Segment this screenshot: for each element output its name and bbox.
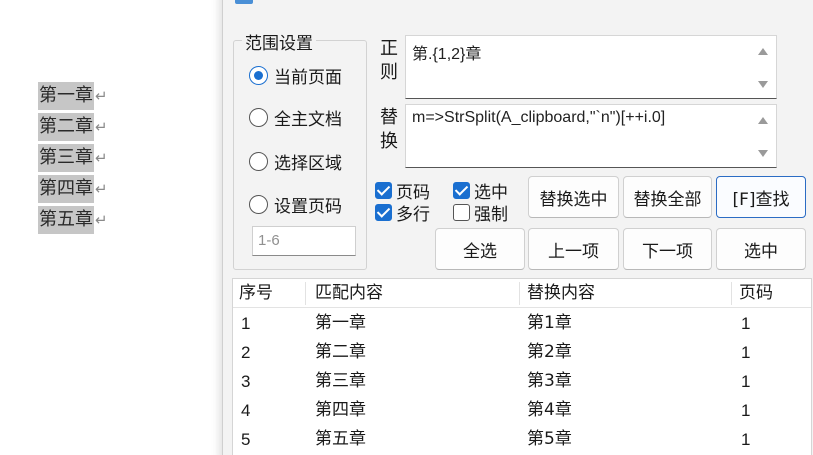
checkbox-indicator	[453, 182, 470, 199]
column-header-match[interactable]: 匹配内容	[315, 279, 383, 308]
checkbox-multiline[interactable]: 多行	[375, 200, 430, 225]
replace-value: m=>StrSplit(A_clipboard,"`n")[++i.0]	[412, 109, 666, 126]
radio-label: 选择区域	[274, 154, 342, 174]
app-icon	[235, 0, 253, 4]
radio-whole-document[interactable]: 全主文档	[249, 105, 342, 130]
table-row[interactable]: 4 第四章 第4章 1	[233, 396, 811, 425]
scroll-up-icon[interactable]	[758, 117, 768, 124]
checkbox-indicator	[375, 182, 392, 199]
radio-current-page[interactable]: 当前页面	[249, 63, 342, 88]
group-title: 范围设置	[242, 29, 316, 54]
scroll-down-icon[interactable]	[758, 150, 768, 157]
regex-label: 正 则	[380, 38, 398, 83]
radio-indicator	[249, 195, 268, 214]
radio-selection[interactable]: 选择区域	[249, 149, 342, 174]
doc-line[interactable]: 第五章 ↵	[38, 206, 108, 234]
scroll-up-icon[interactable]	[758, 48, 768, 55]
table-row[interactable]: 3 第三章 第3章 1	[233, 367, 811, 396]
regex-value: 第.{1,2}章	[412, 46, 482, 63]
range-settings-group: 范围设置 当前页面 全主文档 选择区域 设置页码 1-6	[233, 29, 367, 270]
checkbox-force[interactable]: 强制	[453, 200, 508, 225]
column-header-page[interactable]: 页码	[739, 279, 773, 308]
doc-line-text: 第五章	[38, 206, 94, 234]
previous-button[interactable]: 上一项	[528, 228, 619, 270]
paragraph-mark-icon: ↵	[95, 180, 108, 198]
replace-input[interactable]: m=>StrSplit(A_clipboard,"`n")[++i.0]	[405, 104, 777, 168]
paragraph-mark-icon: ↵	[95, 149, 108, 167]
checkbox-indicator	[375, 204, 392, 221]
column-header-index[interactable]: 序号	[239, 279, 273, 308]
column-divider[interactable]	[305, 282, 306, 305]
radio-indicator	[249, 66, 268, 85]
radio-page-range[interactable]: 设置页码	[249, 192, 342, 217]
radio-label: 全主文档	[274, 110, 342, 130]
column-header-replace[interactable]: 替换内容	[527, 279, 595, 308]
doc-line-text: 第四章	[38, 175, 94, 203]
radio-label: 当前页面	[274, 68, 342, 88]
scroll-down-icon[interactable]	[758, 81, 768, 88]
replace-selected-button[interactable]: 替换选中	[528, 176, 619, 218]
radio-indicator	[249, 108, 268, 127]
doc-line-text: 第三章	[38, 144, 94, 172]
table-row[interactable]: 2 第二章 第2章 1	[233, 338, 811, 367]
table-row[interactable]: 5 第五章 第5章 1	[233, 425, 811, 454]
regex-input[interactable]: 第.{1,2}章	[405, 35, 777, 99]
title-bar[interactable]	[223, 0, 813, 6]
column-divider[interactable]	[519, 282, 520, 305]
radio-label: 设置页码	[274, 197, 342, 217]
replace-all-button[interactable]: 替换全部	[623, 176, 712, 218]
doc-line-text: 第二章	[38, 113, 94, 141]
paragraph-mark-icon: ↵	[95, 87, 108, 105]
results-table[interactable]: 序号 匹配内容 替换内容 页码 1 第一章 第1章 1 2 第二章 第2章 1 …	[232, 278, 812, 455]
doc-line[interactable]: 第三章 ↵	[38, 144, 108, 172]
doc-line[interactable]: 第一章 ↵	[38, 82, 108, 110]
replace-label: 替 换	[380, 107, 398, 152]
next-button[interactable]: 下一项	[623, 228, 712, 270]
checkbox-indicator	[453, 204, 470, 221]
paragraph-mark-icon: ↵	[95, 118, 108, 136]
paragraph-mark-icon: ↵	[95, 211, 108, 229]
doc-line-text: 第一章	[38, 82, 94, 110]
document-area: 第一章 ↵ 第二章 ↵ 第三章 ↵ 第四章 ↵ 第五章 ↵	[0, 0, 222, 455]
page-range-input[interactable]: 1-6	[252, 226, 356, 256]
table-row[interactable]: 1 第一章 第1章 1	[233, 309, 811, 338]
select-all-button[interactable]: 全选	[435, 228, 525, 270]
find-button[interactable]: [F]查找	[716, 176, 806, 218]
table-header: 序号 匹配内容 替换内容 页码	[233, 279, 811, 308]
select-button[interactable]: 选中	[716, 228, 806, 270]
column-divider[interactable]	[731, 282, 732, 305]
regex-find-dialog: 范围设置 当前页面 全主文档 选择区域 设置页码 1-6 正 则 第.{1,2}…	[222, 0, 813, 455]
radio-indicator	[249, 152, 268, 171]
doc-line[interactable]: 第二章 ↵	[38, 113, 108, 141]
doc-line[interactable]: 第四章 ↵	[38, 175, 108, 203]
